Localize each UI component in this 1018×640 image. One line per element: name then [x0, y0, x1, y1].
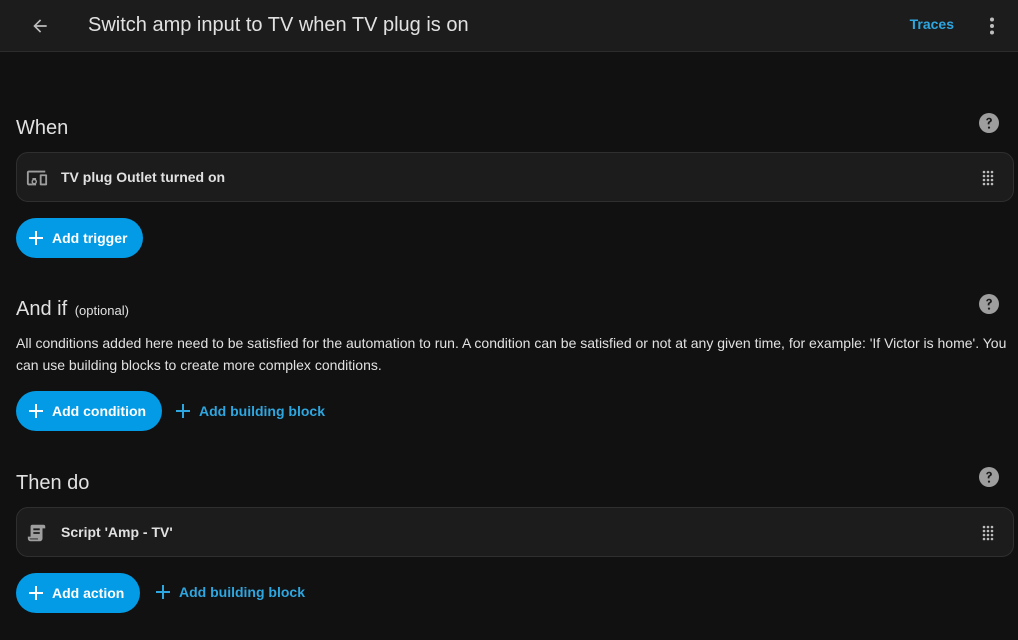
top-app-bar: Switch amp input to TV when TV plug is o… — [0, 0, 1018, 52]
action-label: Script 'Amp - TV' — [61, 524, 173, 540]
drag-handle-icon[interactable] — [979, 169, 997, 187]
add-action-building-block-button[interactable]: Add building block — [155, 572, 305, 612]
help-circle-icon[interactable] — [978, 293, 1000, 315]
trigger-card[interactable]: TV plug Outlet turned on — [16, 152, 1014, 202]
dots-vertical-icon — [990, 17, 994, 35]
page-title: Switch amp input to TV when TV plug is o… — [88, 14, 469, 36]
conditions-title-text: And if — [16, 298, 68, 320]
plus-icon — [29, 586, 43, 600]
action-card[interactable]: Script 'Amp - TV' — [16, 507, 1014, 557]
script-icon — [27, 524, 46, 542]
add-trigger-button[interactable]: Add trigger — [16, 218, 144, 258]
add-condition-label: Add condition — [52, 403, 147, 419]
triggers-section-title: When — [16, 117, 69, 139]
optional-label: (optional) — [74, 303, 129, 318]
add-action-label: Add action — [52, 585, 125, 601]
add-building-block-label: Add building block — [179, 584, 305, 600]
trigger-label: TV plug Outlet turned on — [61, 169, 226, 185]
add-building-block-label: Add building block — [199, 403, 325, 419]
conditions-description: All conditions added here need to be sat… — [16, 335, 1007, 373]
help-circle-icon[interactable] — [978, 466, 1000, 488]
traces-button[interactable]: Traces — [910, 16, 954, 32]
add-action-button[interactable]: Add action — [16, 573, 141, 613]
conditions-section-title: And if (optional) — [16, 296, 129, 324]
help-circle-icon[interactable] — [978, 112, 1000, 134]
back-button[interactable] — [24, 10, 56, 42]
actions-section-title: Then do — [16, 472, 90, 494]
add-trigger-label: Add trigger — [52, 230, 128, 246]
plus-icon — [29, 231, 43, 245]
plus-icon — [176, 404, 190, 418]
arrow-left-icon — [33, 19, 47, 33]
add-condition-button[interactable]: Add condition — [16, 391, 163, 431]
plus-icon — [29, 404, 43, 418]
overflow-menu-button[interactable] — [980, 10, 1004, 42]
devices-icon — [26, 170, 48, 186]
add-condition-building-block-button[interactable]: Add building block — [175, 391, 325, 431]
drag-handle-icon[interactable] — [979, 524, 997, 542]
plus-icon — [156, 585, 170, 599]
